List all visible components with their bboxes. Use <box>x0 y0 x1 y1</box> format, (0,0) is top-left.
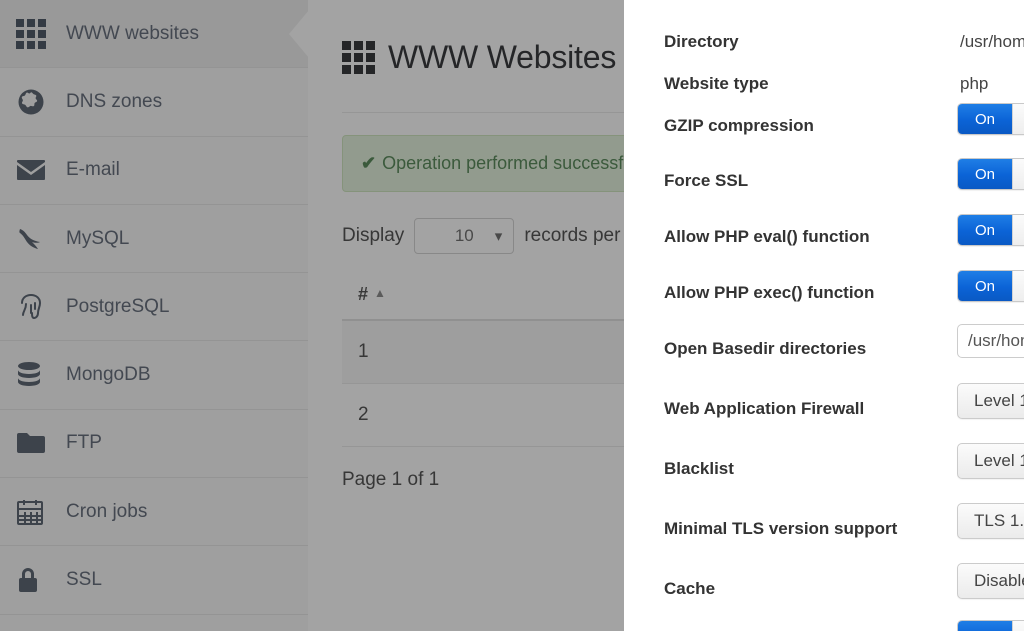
toggle-knob <box>1012 621 1024 631</box>
select-value: Disabled <box>974 571 1024 591</box>
field-value-directory: /usr/home/N <box>960 33 1024 50</box>
app-root: WWW websites DNS zones E-mail MySQL <box>0 0 1024 631</box>
website-settings-panel: Directory /usr/home/N Website type php G… <box>624 0 1024 631</box>
field-label: Blacklist <box>664 460 734 477</box>
field-label: Allow PHP exec() function <box>664 284 874 301</box>
field-value-website-type: php <box>960 75 988 92</box>
toggle-on-label: On <box>958 104 1012 134</box>
select-web-application-firewall[interactable]: Level 1 <box>957 383 1024 419</box>
toggle-force-ssl[interactable]: On <box>957 158 1024 190</box>
field-label: Allow PHP eval() function <box>664 228 870 245</box>
toggle-knob <box>1012 104 1024 134</box>
toggle-allow-php-eval[interactable]: On <box>957 214 1024 246</box>
toggle-knob <box>1012 271 1024 301</box>
settings-form: Directory /usr/home/N Website type php G… <box>644 0 1024 631</box>
toggle-next-setting[interactable] <box>957 620 1024 631</box>
select-blacklist[interactable]: Level 1 <box>957 443 1024 479</box>
toggle-on-label: On <box>958 159 1012 189</box>
toggle-on-label: On <box>958 215 1012 245</box>
toggle-on-label <box>958 621 1012 631</box>
field-label: Open Basedir directories <box>664 340 866 357</box>
field-label: Web Application Firewall <box>664 400 864 417</box>
toggle-gzip-compression[interactable]: On <box>957 103 1024 135</box>
toggle-on-label: On <box>958 271 1012 301</box>
toggle-allow-php-exec[interactable]: On <box>957 270 1024 302</box>
select-value: TLS 1.2 <box>974 511 1024 531</box>
select-value: Level 1 <box>974 451 1024 471</box>
field-label: Website type <box>664 75 769 92</box>
field-label: Force SSL <box>664 172 748 189</box>
select-cache[interactable]: Disabled <box>957 563 1024 599</box>
toggle-knob <box>1012 215 1024 245</box>
select-value: Level 1 <box>974 391 1024 411</box>
field-label: GZIP compression <box>664 117 814 134</box>
select-minimal-tls-version[interactable]: TLS 1.2 <box>957 503 1024 539</box>
field-label: Cache <box>664 580 715 597</box>
field-label: Directory <box>664 33 739 50</box>
field-label: Minimal TLS version support <box>664 520 897 537</box>
toggle-knob <box>1012 159 1024 189</box>
open-basedir-input[interactable] <box>957 324 1024 358</box>
